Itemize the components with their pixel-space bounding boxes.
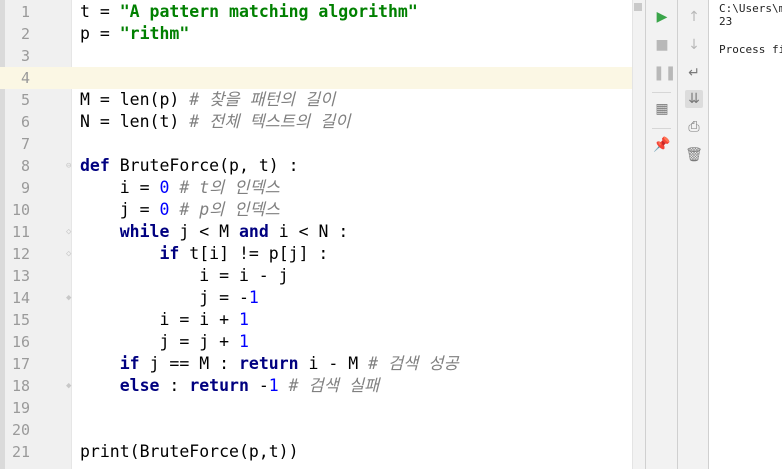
line-number[interactable]: 19	[6, 397, 30, 419]
console-output-value: 23	[719, 15, 733, 28]
code-text: i = 0 # t의 인덱스	[80, 178, 280, 197]
code-text: while j < M and i < N :	[119, 222, 349, 241]
pause-icon[interactable]: ❚❚	[653, 64, 676, 82]
code-text: M = len(p) # 찾을 패턴의 길이	[80, 90, 336, 109]
toolbar-separator	[652, 92, 671, 93]
error-stripe[interactable]	[632, 0, 645, 469]
run-console[interactable]: C:\Users\m 23 Process fi	[708, 0, 782, 469]
code-editor[interactable]: 1 t = "A pattern matching algorithm" 2 p = …	[0, 0, 645, 469]
code-line[interactable]: 19	[0, 397, 645, 419]
line-number[interactable]: 15	[6, 309, 30, 331]
code-text: t = "A pattern matching algorithm"	[80, 2, 418, 21]
print-icon[interactable]: ⎙	[685, 118, 703, 136]
fold-marker-icon[interactable]: ◆	[66, 381, 75, 391]
line-number[interactable]: 6	[6, 111, 30, 133]
code-text: i = i + 1	[80, 310, 249, 329]
soft-wrap-icon[interactable]: ↵	[685, 64, 703, 82]
line-number[interactable]: 18	[6, 375, 30, 397]
line-number[interactable]: 5	[6, 89, 30, 111]
line-number[interactable]: 20	[6, 419, 30, 441]
line-number[interactable]: 16	[6, 331, 30, 353]
line-number[interactable]: 11	[6, 221, 30, 243]
code-text: def BruteForce(p, t) :	[80, 156, 299, 175]
arrow-down-icon[interactable]: ↓	[685, 36, 703, 54]
code-line[interactable]: 7	[0, 133, 645, 155]
code-line[interactable]: 15 i = i + 1	[0, 309, 645, 331]
code-line[interactable]: 11 ◇ while j < M and i < N :	[0, 221, 645, 243]
code-line[interactable]: 4	[0, 67, 645, 89]
line-number[interactable]: 3	[6, 45, 30, 67]
fold-marker-icon[interactable]: ◆	[66, 293, 75, 303]
code-line[interactable]: 9 i = 0 # t의 인덱스	[0, 177, 645, 199]
play-icon[interactable]: ▶	[653, 8, 671, 26]
code-line[interactable]: 1 t = "A pattern matching algorithm"	[0, 1, 645, 23]
console-process-line: Process fi	[719, 43, 782, 56]
line-number[interactable]: 12	[6, 243, 30, 265]
line-number[interactable]: 10	[6, 199, 30, 221]
code-text: if t[i] != p[j] :	[159, 244, 329, 263]
arrow-up-icon[interactable]: ↑	[685, 8, 703, 26]
console-toolbar: ↑ ↓ ↵ ⇊ ⎙ 🗑	[677, 0, 708, 469]
code-text: N = len(t) # 전체 텍스트의 길이	[80, 112, 351, 131]
code-text: j = j + 1	[80, 332, 249, 351]
line-number[interactable]: 14	[6, 287, 30, 309]
code-text: p = "rithm"	[80, 24, 190, 43]
line-number[interactable]: 1	[6, 1, 30, 23]
fold-marker-icon[interactable]: ◇	[66, 227, 75, 237]
code-line[interactable]: 8 ⊖ def BruteForce(p, t) :	[0, 155, 645, 177]
trash-icon[interactable]: 🗑	[685, 146, 703, 164]
code-line[interactable]: 16 j = j + 1	[0, 331, 645, 353]
code-line[interactable]: 21 print(BruteForce(p,t))	[0, 441, 645, 463]
line-number[interactable]: 4	[6, 67, 30, 89]
line-number[interactable]: 17	[6, 353, 30, 375]
code-text: if j == M : return i - M # 검색 성공	[119, 354, 459, 373]
scroll-to-end-icon[interactable]: ⇊	[685, 90, 703, 108]
code-line[interactable]: 13 i = i - j	[0, 265, 645, 287]
inspection-status-icon[interactable]	[634, 3, 642, 11]
code-line[interactable]: 17 if j == M : return i - M # 검색 성공	[0, 353, 645, 375]
code-text: j = 0 # p의 인덱스	[80, 200, 280, 219]
line-number[interactable]: 7	[6, 133, 30, 155]
code-line[interactable]: 12 ◇ if t[i] != p[j] :	[0, 243, 645, 265]
code-text: i = i - j	[80, 266, 289, 285]
console-path-line: C:\Users\m	[719, 2, 782, 15]
line-number[interactable]: 13	[6, 265, 30, 287]
code-text: else : return -1 # 검색 실패	[119, 376, 380, 395]
line-number[interactable]: 2	[6, 23, 30, 45]
code-line[interactable]: 5 M = len(p) # 찾을 패턴의 길이	[0, 89, 645, 111]
code-line[interactable]: 3	[0, 45, 645, 67]
fold-marker-icon[interactable]: ◇	[66, 249, 75, 259]
code-line[interactable]: 10 j = 0 # p의 인덱스	[0, 199, 645, 221]
code-line[interactable]: 6 N = len(t) # 전체 텍스트의 길이	[0, 111, 645, 133]
code-text: print(BruteForce(p,t))	[80, 442, 299, 461]
line-number[interactable]: 21	[6, 441, 30, 463]
line-number[interactable]: 8	[6, 155, 30, 177]
ide-window: 1 t = "A pattern matching algorithm" 2 p = …	[0, 0, 782, 469]
line-number[interactable]: 9	[6, 177, 30, 199]
code-line[interactable]: 2 p = "rithm"	[0, 23, 645, 45]
code-text: j = -1	[80, 288, 259, 307]
pin-icon[interactable]: 📌	[653, 136, 671, 154]
code-line[interactable]: 20	[0, 419, 645, 441]
toolbar-separator	[652, 128, 671, 129]
code-line[interactable]: 18 ◆ else : return -1 # 검색 실패	[0, 375, 645, 397]
code-line[interactable]: 14 ◆ j = -1	[0, 287, 645, 309]
layout-icon[interactable]: ▦	[653, 100, 671, 118]
run-toolbar: ▶ ■ ❚❚ ▦ 📌	[645, 0, 677, 469]
fold-marker-icon[interactable]: ⊖	[66, 161, 75, 171]
stop-icon[interactable]: ■	[653, 36, 671, 54]
